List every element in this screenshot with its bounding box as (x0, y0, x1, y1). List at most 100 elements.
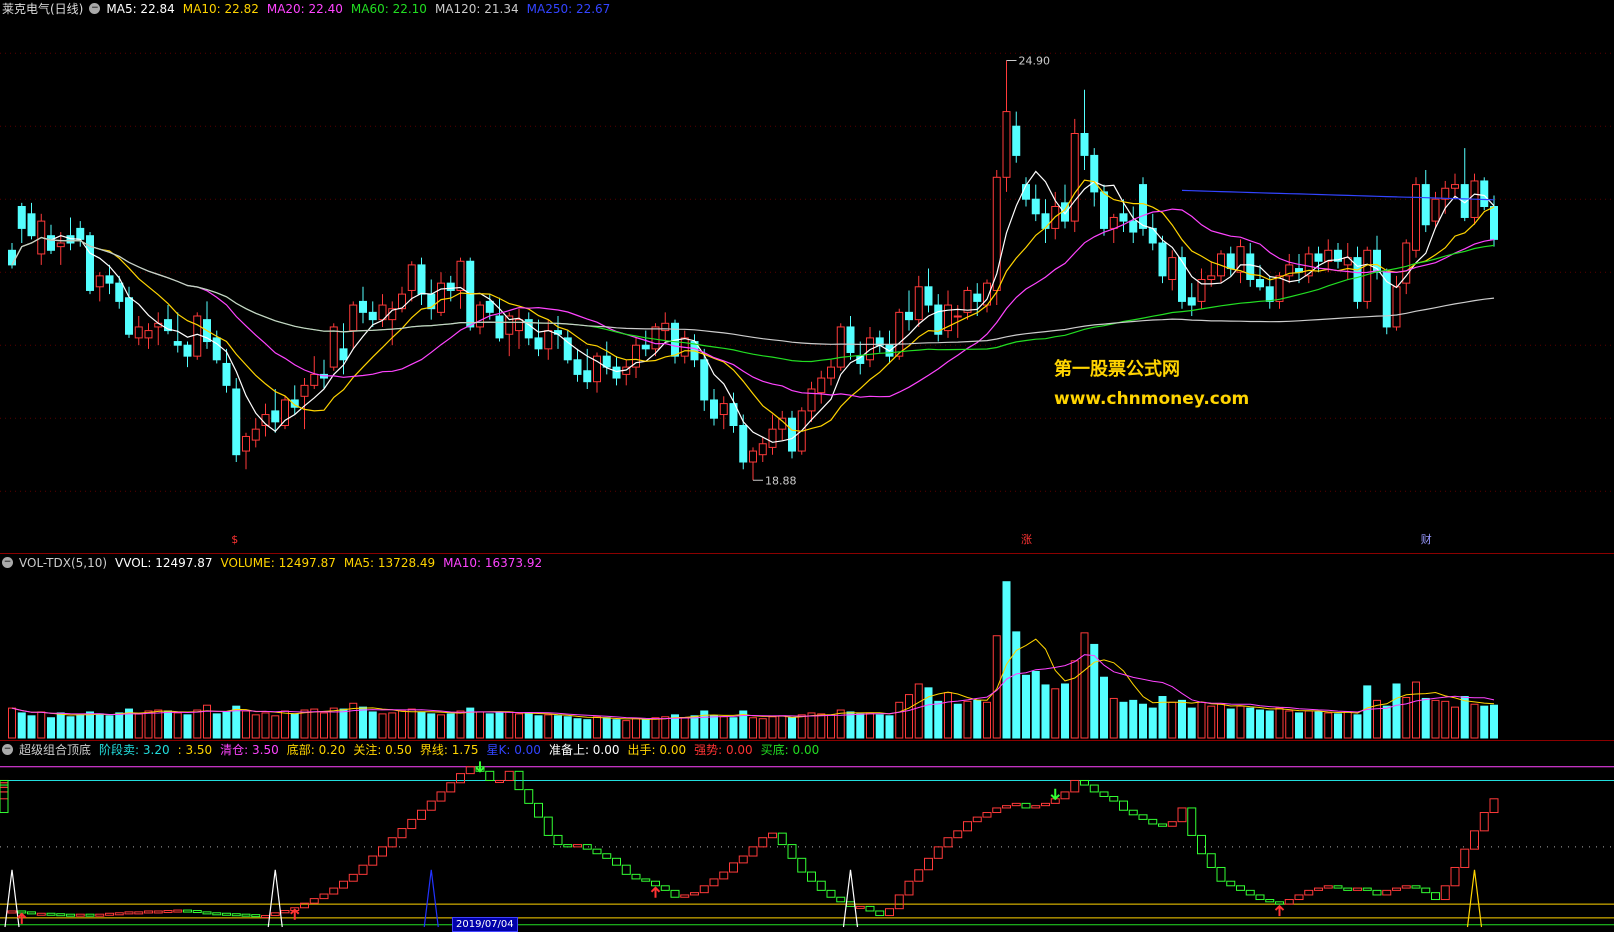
volume-bar (203, 704, 211, 739)
volume-bar (534, 715, 543, 739)
candle-body (1168, 257, 1177, 281)
indicator-box (339, 880, 348, 889)
volume-bar (56, 712, 65, 739)
candle-body (183, 344, 192, 357)
volume-bar (680, 717, 689, 739)
indicator-box (1031, 805, 1041, 809)
candle-body (563, 337, 572, 361)
indicator-box (1021, 802, 1031, 809)
candle-body (398, 293, 406, 310)
indicator-box (904, 880, 914, 896)
indicator-box (836, 896, 846, 903)
volume-bar (710, 715, 718, 739)
volume-bar (690, 715, 699, 739)
volume-bar (924, 687, 933, 739)
indicator-box (690, 892, 699, 896)
candle-body (359, 300, 367, 313)
candle-body (456, 260, 465, 291)
indicator-box (75, 913, 85, 917)
candle-body (817, 377, 826, 394)
indicator-box (114, 912, 124, 916)
volume-bar (417, 711, 426, 739)
candle-body (1002, 111, 1011, 178)
indicator-box (202, 911, 212, 915)
volume-bar (583, 719, 592, 739)
volume-bar (485, 713, 494, 739)
volume-bar (505, 711, 514, 739)
volume-bar (1080, 632, 1089, 739)
candle-body (700, 359, 709, 401)
volume-bar (1460, 696, 1469, 739)
indicator-box (1245, 889, 1255, 896)
volume-bar (1012, 631, 1021, 739)
indicator-box (855, 905, 865, 909)
volume-bar (778, 715, 787, 739)
indicator-box (621, 864, 631, 875)
volume-bar (271, 715, 280, 739)
volume-bar (407, 708, 416, 739)
volume-bar (807, 712, 816, 739)
indicator-box (1460, 848, 1470, 868)
indicator-box (1343, 887, 1353, 891)
indicator-box (163, 910, 173, 914)
volume-bar (86, 711, 94, 739)
volume-bar (47, 717, 55, 739)
volume-bar (193, 709, 202, 739)
volume-bar (1002, 581, 1011, 739)
indicator-box (192, 910, 202, 914)
volume-bar (719, 716, 728, 739)
candle-body (1090, 154, 1099, 193)
candle-body (368, 311, 377, 321)
volume-bar (1285, 710, 1294, 739)
indicator-chart[interactable] (0, 741, 1614, 930)
volume-bar (1226, 708, 1235, 739)
candle-body (515, 319, 523, 332)
volume-bar (212, 713, 221, 739)
volume-bar (563, 716, 572, 739)
candle-body (1256, 279, 1264, 288)
indicator-box (1382, 889, 1392, 896)
volume-bar (329, 707, 338, 739)
candle-body (612, 366, 621, 379)
candle-body (788, 417, 796, 452)
volume-bar (66, 716, 75, 739)
sell-arrow-icon (1050, 788, 1060, 801)
volume-chart[interactable] (0, 554, 1614, 739)
indicator-box (592, 848, 602, 855)
indicator-pane[interactable]: − 超级组合顶底 阶段卖: 3.20: 3.50 清仓: 3.50 底部: 0.20 关… (0, 740, 1614, 932)
volume-bar (788, 717, 796, 739)
indicator-box (543, 816, 553, 836)
volume-bar (183, 714, 192, 739)
volume-pane[interactable]: − VOL-TDX(5,10) VVOL: 12497.87 VOLUME: 124… (0, 553, 1614, 739)
indicator-box (1128, 809, 1138, 816)
volume-bar (1187, 707, 1196, 739)
volume-bar (8, 707, 16, 739)
price-pane[interactable]: 莱克电气(日线) − MA5: 22.84 MA10: 22.82 MA20: 22… (0, 0, 1614, 545)
volume-bar (154, 709, 163, 739)
volume-bar (1382, 705, 1391, 739)
volume-bar (456, 710, 465, 739)
candle-body (485, 300, 494, 313)
indicator-box (417, 809, 426, 820)
candle-body (651, 326, 660, 350)
volume-bar (134, 713, 143, 739)
indicator-box (1431, 892, 1440, 901)
volume-bar (368, 711, 377, 739)
candle-body (27, 213, 36, 237)
indicator-box (1041, 802, 1050, 807)
candle-body (232, 388, 241, 456)
indicator-box (105, 912, 114, 916)
candle-body (222, 362, 231, 386)
candle-body (1451, 184, 1459, 189)
volume-bar (1168, 701, 1177, 739)
indicator-box (1002, 805, 1011, 809)
candle-body (1041, 213, 1050, 229)
indicator-box (1158, 823, 1167, 827)
volume-bar (144, 710, 153, 739)
indicator-box (1148, 818, 1158, 825)
candlestick-chart[interactable]: 24.90 18.88 $ 涨 财 (0, 0, 1614, 545)
signal-triangle (842, 869, 859, 928)
indicator-box (563, 844, 573, 848)
volume-bar (856, 713, 865, 739)
candle-body (583, 370, 592, 383)
